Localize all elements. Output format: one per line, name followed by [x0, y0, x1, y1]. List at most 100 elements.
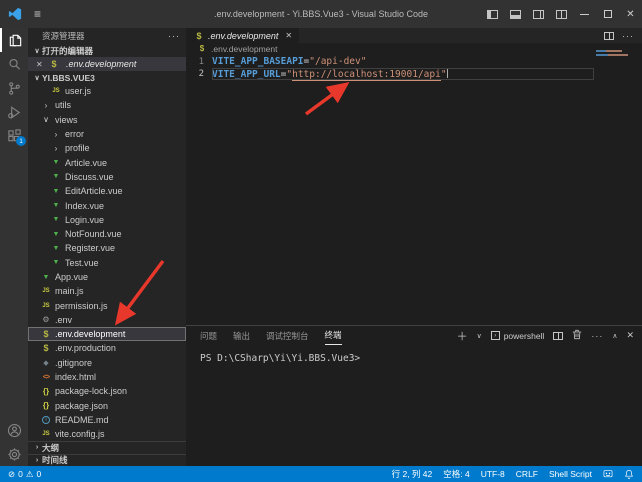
- tree-item-label: main.js: [55, 286, 84, 296]
- status-item[interactable]: Shell Script: [549, 469, 592, 479]
- search-icon[interactable]: [0, 52, 28, 76]
- settings-gear-icon[interactable]: [0, 442, 28, 466]
- status-item[interactable]: UTF-8: [481, 469, 505, 479]
- toggle-secondary-sidebar-icon[interactable]: [527, 0, 550, 28]
- terminal-instance[interactable]: › powershell: [491, 331, 545, 341]
- folder-icon: ›: [50, 144, 62, 153]
- terminal-dropdown-icon[interactable]: ∨: [477, 332, 482, 340]
- chevron-right-icon: ›: [32, 444, 42, 451]
- chevron-down-icon: ∨: [32, 47, 42, 55]
- run-debug-icon[interactable]: [0, 100, 28, 124]
- maximize-button[interactable]: [596, 0, 619, 28]
- terminal-output[interactable]: PS D:\CSharp\Yi\Yi.BBS.Vue3>: [186, 345, 642, 364]
- panel-tab[interactable]: 输出: [233, 326, 250, 345]
- vue-icon: ▼: [50, 259, 62, 266]
- status-bar: ⊘ 0 ⚠ 0 行 2, 列 42 空格: 4 UTF-8 CRLF Shell Scr…: [0, 466, 642, 482]
- breadcrumb[interactable]: $ .env.development: [186, 43, 642, 54]
- warning-icon: ⚠: [26, 469, 34, 480]
- tree-item[interactable]: ▼Test.vue: [28, 256, 186, 270]
- tree-item[interactable]: iREADME.md: [28, 413, 186, 427]
- split-terminal-icon[interactable]: [553, 332, 563, 340]
- tree-item[interactable]: $.env.development: [28, 327, 186, 341]
- extensions-icon[interactable]: 1: [0, 124, 28, 148]
- vue-icon: ▼: [50, 188, 62, 195]
- toggle-panel-icon[interactable]: [504, 0, 527, 28]
- tree-item[interactable]: ▼App.vue: [28, 270, 186, 284]
- close-icon[interactable]: ✕: [36, 60, 48, 69]
- tree-item[interactable]: ›utils: [28, 98, 186, 112]
- account-icon[interactable]: [0, 418, 28, 442]
- tree-item[interactable]: JSmain.js: [28, 284, 186, 298]
- tree-item[interactable]: {}package.json: [28, 399, 186, 413]
- tab-env-development[interactable]: $ .env.development ✕: [186, 28, 299, 43]
- code-line[interactable]: 1VITE_APP_BASEAPI="/api-dev": [186, 56, 642, 68]
- panel-tabs: 问题输出调试控制台终端: [200, 326, 342, 345]
- tree-item[interactable]: $.env.production: [28, 341, 186, 355]
- minimize-button[interactable]: [573, 0, 596, 28]
- close-button[interactable]: ✕: [619, 0, 642, 28]
- open-editors-header[interactable]: ∨ 打开的编辑器: [28, 44, 186, 57]
- panel-tab[interactable]: 问题: [200, 326, 217, 345]
- tree-item[interactable]: ⚙.env: [28, 313, 186, 327]
- vue-icon: ▼: [50, 231, 62, 238]
- menu-icon[interactable]: ≡: [34, 7, 41, 21]
- source-control-icon[interactable]: [0, 76, 28, 100]
- kill-terminal-icon[interactable]: [572, 327, 582, 345]
- split-editor-icon[interactable]: [604, 32, 614, 40]
- tree-item[interactable]: ▼NotFound.vue: [28, 227, 186, 241]
- project-root-header[interactable]: ∨ YI.BBS.VUE3: [28, 71, 186, 84]
- tree-item[interactable]: JSuser.js: [28, 84, 186, 98]
- status-item[interactable]: CRLF: [516, 469, 538, 479]
- timeline-section[interactable]: › 时间线: [28, 454, 186, 467]
- vscode-logo-icon: [8, 7, 22, 21]
- new-terminal-icon[interactable]: ＋: [457, 328, 468, 344]
- minimap[interactable]: [596, 50, 628, 58]
- editor-more-actions-icon[interactable]: ···: [622, 31, 634, 41]
- vue-icon: ▼: [50, 245, 62, 252]
- tree-item[interactable]: JSpermission.js: [28, 298, 186, 312]
- code-token: "/api-dev": [309, 56, 366, 67]
- close-tab-icon[interactable]: ✕: [285, 31, 292, 40]
- tree-item[interactable]: ▼EditArticle.vue: [28, 184, 186, 198]
- tree-item[interactable]: ›profile: [28, 141, 186, 155]
- tree-item[interactable]: JSvite.config.js: [28, 427, 186, 441]
- terminal-prompt: PS D:\CSharp\Yi\Yi.BBS.Vue3>: [200, 353, 360, 364]
- tree-item[interactable]: ›error: [28, 127, 186, 141]
- tree-item[interactable]: {}package-lock.json: [28, 384, 186, 398]
- close-panel-icon[interactable]: ✕: [626, 330, 634, 341]
- tree-item[interactable]: ▼Index.vue: [28, 198, 186, 212]
- feedback-icon[interactable]: [603, 469, 613, 479]
- tree-item-label: .env.production: [55, 343, 116, 353]
- panel-more-actions-icon[interactable]: ···: [591, 331, 603, 341]
- explorer-more-actions-icon[interactable]: ···: [168, 31, 180, 41]
- tree-item[interactable]: ▼Login.vue: [28, 213, 186, 227]
- tree-item[interactable]: <>index.html: [28, 370, 186, 384]
- tree-item-label: utils: [55, 100, 71, 110]
- status-right-items: 行 2, 列 42 空格: 4 UTF-8 CRLF Shell Script: [392, 468, 634, 480]
- code-line[interactable]: 2VITE_APP_URL="http://localhost:19001/ap…: [186, 68, 642, 80]
- tree-item[interactable]: ▼Discuss.vue: [28, 170, 186, 184]
- panel-tab[interactable]: 终端: [325, 326, 342, 345]
- notifications-bell-icon[interactable]: [624, 469, 634, 479]
- maximize-panel-icon[interactable]: ∧: [612, 332, 617, 340]
- outline-section[interactable]: › 大纲: [28, 441, 186, 454]
- panel-tab[interactable]: 调试控制台: [266, 326, 309, 345]
- status-item[interactable]: 行 2, 列 42: [392, 468, 433, 480]
- info-icon: i: [40, 416, 52, 424]
- braces-icon: {}: [40, 401, 52, 410]
- toggle-sidebar-icon[interactable]: [481, 0, 504, 28]
- tree-item[interactable]: ◆.gitignore: [28, 356, 186, 370]
- open-editor-item[interactable]: ✕ $ .env.development: [28, 57, 186, 71]
- tree-item[interactable]: ▼Register.vue: [28, 241, 186, 255]
- tree-item-label: views: [55, 115, 78, 125]
- sidebar-bottom-sections: › 大纲 › 时间线: [28, 441, 186, 466]
- problems-status[interactable]: ⊘ 0 ⚠ 0: [8, 469, 41, 480]
- url-link[interactable]: http://localhost:19001/api: [292, 69, 441, 81]
- status-item[interactable]: 空格: 4: [443, 468, 469, 480]
- html-icon: <>: [40, 374, 52, 381]
- explorer-icon[interactable]: [0, 28, 28, 52]
- customize-layout-icon[interactable]: [550, 0, 573, 28]
- tree-item[interactable]: ∨views: [28, 113, 186, 127]
- tree-item[interactable]: ▼Article.vue: [28, 155, 186, 169]
- code-lines[interactable]: 1VITE_APP_BASEAPI="/api-dev"2VITE_APP_UR…: [186, 54, 642, 80]
